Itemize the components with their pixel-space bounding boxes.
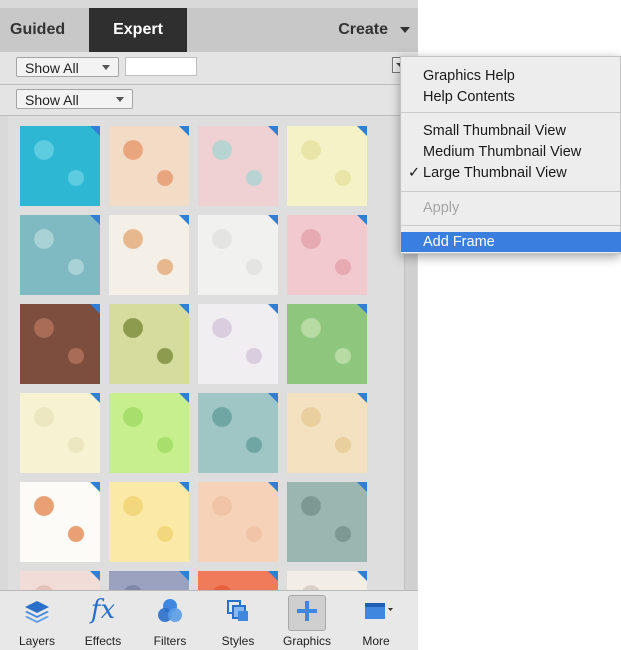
more-button[interactable]: More bbox=[345, 591, 407, 650]
graphic-thumbnail[interactable] bbox=[109, 126, 189, 206]
graphic-thumbnail[interactable] bbox=[109, 215, 189, 295]
filter-row-2: Show All bbox=[0, 85, 418, 116]
filter-dropdown-1[interactable]: Show All bbox=[16, 57, 119, 77]
graphic-thumbnail[interactable] bbox=[109, 304, 189, 384]
graphic-thumbnail[interactable] bbox=[109, 482, 189, 562]
menu-separator bbox=[401, 112, 621, 113]
search-input[interactable] bbox=[125, 57, 197, 76]
styles-label: Styles bbox=[221, 634, 255, 648]
more-icon bbox=[365, 603, 393, 619]
mode-tabs-bar: Guided Expert Create bbox=[0, 8, 418, 52]
filters-label: Filters bbox=[153, 634, 187, 648]
tab-expert[interactable]: Expert bbox=[89, 8, 187, 52]
effects-button[interactable]: fx Effects bbox=[72, 591, 134, 650]
filters-button[interactable]: Filters bbox=[139, 591, 201, 650]
layers-button[interactable]: Layers bbox=[6, 591, 68, 650]
filters-icon bbox=[158, 599, 182, 622]
menu-item-small-thumbnail-view[interactable]: Small Thumbnail View bbox=[401, 121, 621, 141]
graphic-thumbnail[interactable] bbox=[287, 571, 367, 590]
thumbnail-grid bbox=[8, 116, 404, 590]
layers-label: Layers bbox=[18, 634, 56, 648]
menu-item-help-contents[interactable]: Help Contents bbox=[401, 87, 621, 107]
graphic-thumbnail[interactable] bbox=[20, 304, 100, 384]
tab-guided[interactable]: Guided bbox=[10, 8, 65, 52]
graphic-thumbnail[interactable] bbox=[287, 215, 367, 295]
menu-separator bbox=[401, 225, 621, 226]
graphic-thumbnail[interactable] bbox=[20, 215, 100, 295]
styles-icon bbox=[227, 600, 248, 621]
graphic-thumbnail[interactable] bbox=[20, 126, 100, 206]
checkmark-icon: ✓ bbox=[408, 165, 421, 181]
graphic-thumbnail[interactable] bbox=[198, 215, 278, 295]
graphic-thumbnail[interactable] bbox=[20, 571, 100, 590]
fx-icon: fx bbox=[90, 595, 116, 625]
create-button[interactable]: Create bbox=[338, 8, 388, 52]
graphic-thumbnail[interactable] bbox=[287, 393, 367, 473]
graphic-thumbnail[interactable] bbox=[198, 571, 278, 590]
graphic-thumbnail[interactable] bbox=[287, 304, 367, 384]
menu-item-large-thumbnail-view-label: Large Thumbnail View bbox=[423, 165, 567, 181]
graphics-button[interactable]: Graphics bbox=[276, 591, 338, 650]
filter-dropdown-1-value: Show All bbox=[25, 60, 79, 76]
chevron-down-icon bbox=[102, 65, 110, 70]
filter-dropdown-2[interactable]: Show All bbox=[16, 89, 133, 109]
graphic-thumbnail[interactable] bbox=[287, 482, 367, 562]
graphic-thumbnail[interactable] bbox=[198, 393, 278, 473]
more-label: More bbox=[362, 634, 390, 648]
menu-item-large-thumbnail-view[interactable]: ✓ Large Thumbnail View bbox=[401, 163, 621, 183]
menu-item-graphics-help[interactable]: Graphics Help bbox=[401, 66, 621, 86]
graphic-thumbnail[interactable] bbox=[198, 482, 278, 562]
effects-label: Effects bbox=[84, 634, 122, 648]
chevron-down-icon[interactable] bbox=[400, 27, 410, 33]
graphic-thumbnail[interactable] bbox=[198, 126, 278, 206]
bottom-toolbar: Layers fx Effects Filters Styles Graphic… bbox=[0, 590, 418, 650]
graphic-thumbnail[interactable] bbox=[109, 393, 189, 473]
plus-icon bbox=[297, 601, 317, 621]
graphics-panel: Guided Expert Create Show All Show All L… bbox=[0, 0, 418, 650]
styles-button[interactable]: Styles bbox=[207, 591, 269, 650]
filter-row-1: Show All bbox=[0, 52, 418, 85]
menu-separator bbox=[401, 191, 621, 192]
layers-icon bbox=[25, 601, 49, 623]
chevron-down-icon bbox=[116, 97, 124, 102]
panel-context-menu: Graphics Help Help Contents Small Thumbn… bbox=[400, 56, 621, 254]
menu-item-apply: Apply bbox=[423, 200, 460, 216]
graphic-thumbnail[interactable] bbox=[20, 482, 100, 562]
menu-item-add-frame[interactable]: Add Frame bbox=[401, 232, 621, 252]
menu-item-medium-thumbnail-view[interactable]: Medium Thumbnail View bbox=[401, 142, 621, 162]
graphic-thumbnail[interactable] bbox=[20, 393, 100, 473]
graphic-thumbnail[interactable] bbox=[198, 304, 278, 384]
graphics-label: Graphics bbox=[282, 634, 332, 648]
filter-dropdown-2-value: Show All bbox=[25, 92, 79, 108]
graphic-thumbnail[interactable] bbox=[287, 126, 367, 206]
graphic-thumbnail[interactable] bbox=[109, 571, 189, 590]
